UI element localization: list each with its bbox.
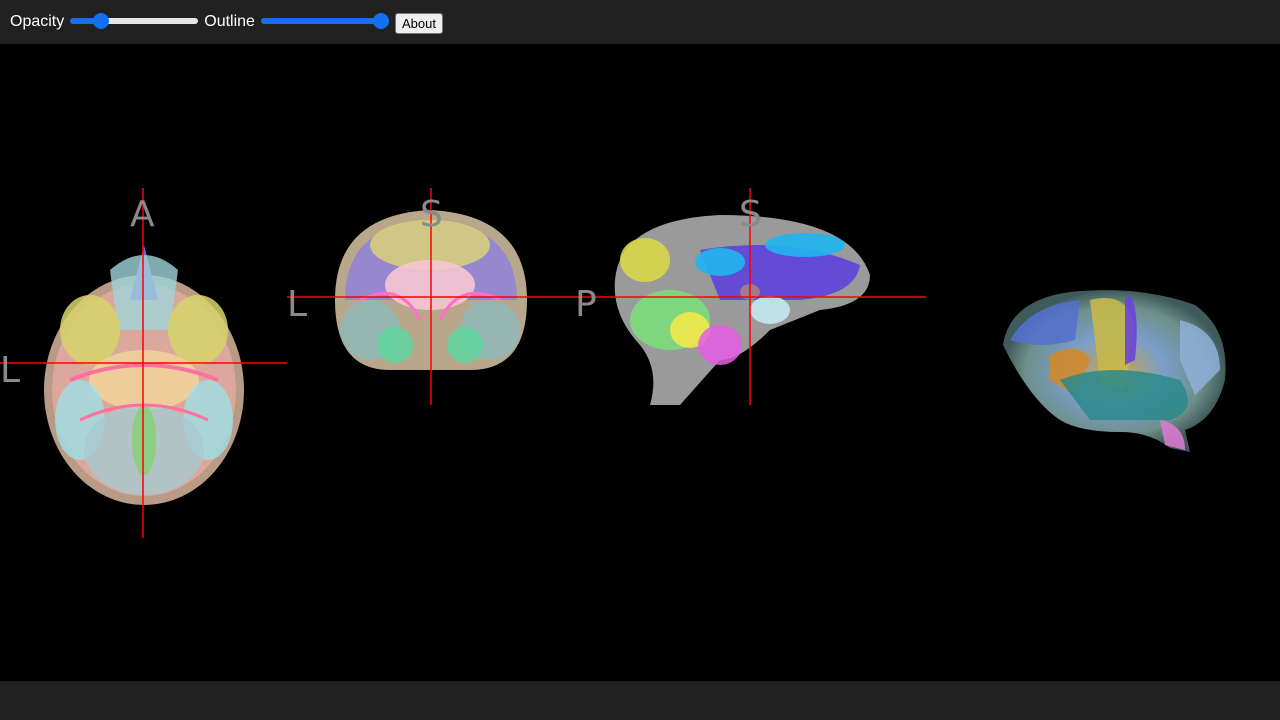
coronal-hippocampus-left <box>377 327 413 363</box>
axial-region-right <box>168 295 228 365</box>
sagittal-cingulate <box>765 233 845 257</box>
axial-thalamus <box>89 350 199 410</box>
sagittal-frontal <box>695 248 745 276</box>
axial-frontal-lobe <box>110 255 178 330</box>
axial-region-left <box>60 295 120 365</box>
sagittal-label-left: P <box>575 284 597 325</box>
brain-viewer-canvas[interactable]: A L S L S P <box>0 44 1280 681</box>
surface-render-view[interactable] <box>1003 290 1226 452</box>
outline-slider[interactable] <box>260 18 389 24</box>
toolbar: Opacity Outline About <box>0 0 1280 44</box>
sagittal-brainstem <box>698 325 742 365</box>
about-button[interactable]: About <box>394 12 443 34</box>
sagittal-occipital <box>620 238 670 282</box>
coronal-hippocampus-right <box>447 327 483 363</box>
axial-label-top: A <box>130 194 155 235</box>
coronal-view[interactable]: S L <box>287 188 575 405</box>
footer-bar <box>0 681 1280 720</box>
sagittal-view[interactable]: S P <box>575 188 926 405</box>
sagittal-label-top: S <box>739 194 762 235</box>
opacity-slider[interactable] <box>70 18 199 24</box>
coronal-middle-region <box>385 260 475 310</box>
axial-label-left: L <box>0 350 20 391</box>
coronal-label-top: S <box>420 194 443 235</box>
axial-view[interactable]: A L <box>0 188 287 538</box>
axial-midline <box>132 405 156 475</box>
outline-label: Outline <box>204 13 255 30</box>
coronal-label-left: L <box>287 284 307 325</box>
sagittal-thalamus <box>750 296 790 324</box>
opacity-label: Opacity <box>10 13 65 30</box>
viewer-svg: A L S L S P <box>0 188 1226 538</box>
